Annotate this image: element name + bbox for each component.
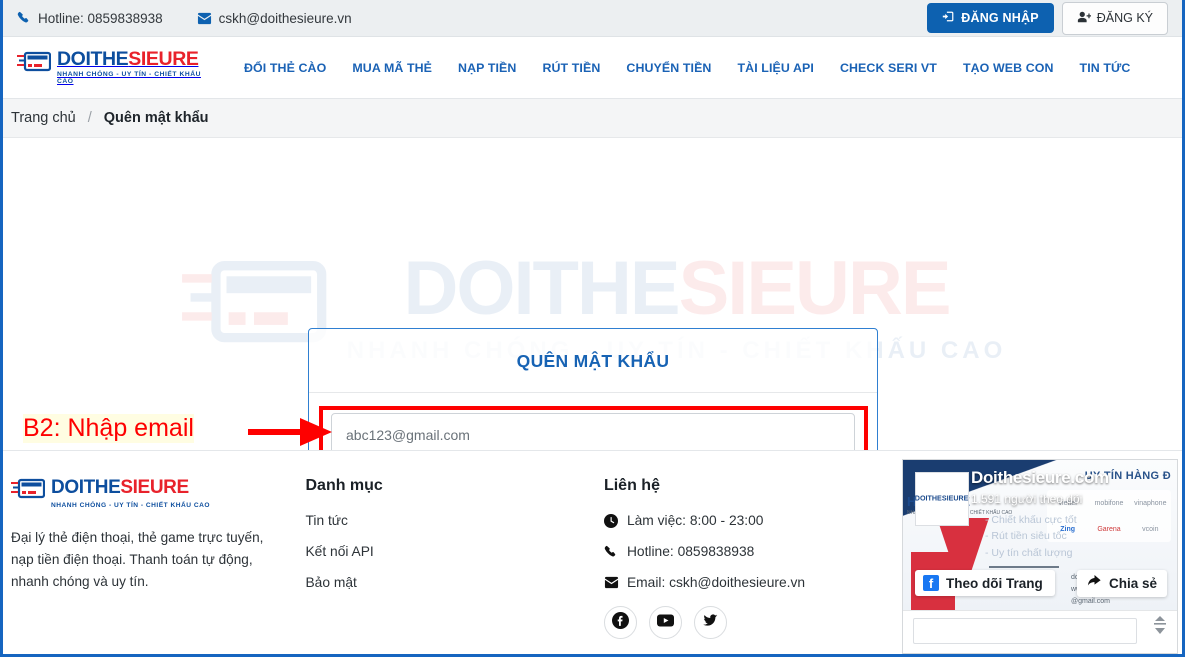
fb-follow-label: Theo dõi Trang bbox=[946, 575, 1043, 591]
email-input[interactable] bbox=[331, 413, 855, 450]
breadcrumb-home[interactable]: Trang chủ bbox=[11, 110, 76, 126]
footer-link-ket-noi-api[interactable]: Kết nối API bbox=[305, 544, 603, 559]
facebook-page-widget[interactable]: HESIEURE NHANH CHÓNG - UY TÍN - CHIẾT KH… bbox=[902, 459, 1178, 654]
watermark-word-blue: DOITHE bbox=[403, 246, 680, 331]
user-plus-icon bbox=[1077, 10, 1092, 27]
fb-cover-photo: HESIEURE NHANH CHÓNG - UY TÍN - CHIẾT KH… bbox=[903, 460, 1177, 612]
login-label: ĐĂNG NHẬP bbox=[961, 11, 1039, 25]
breadcrumb-separator: / bbox=[87, 110, 92, 126]
footer-logo-word-red: SIEURE bbox=[120, 477, 189, 498]
fb-post-placeholder bbox=[913, 618, 1137, 644]
footer-link-tin-tuc[interactable]: Tin tức bbox=[305, 513, 603, 528]
login-icon bbox=[942, 10, 955, 26]
nav-item-nap-tien[interactable]: NẠP TIỀN bbox=[445, 55, 529, 81]
top-contact-bar: Hotline: 0859838938 cskh@doithesieure.vn… bbox=[3, 0, 1182, 37]
envelope-icon bbox=[604, 575, 619, 590]
facebook-link[interactable] bbox=[603, 606, 637, 639]
nav-item-tai-lieu-api[interactable]: TÀI LIỆU API bbox=[724, 55, 826, 81]
fb-follower-count: 1.591 người theo dõi bbox=[971, 492, 1083, 506]
footer-category-column: Danh mục Tin tức Kết nối API Bảo mật bbox=[305, 477, 603, 639]
brand-garena: Garena bbox=[1097, 525, 1121, 533]
footer-logo-word-blue: DOITHE bbox=[51, 477, 121, 498]
site-footer: DOITHESIEURE NHANH CHÓNG - UY TÍN - CHIẾ… bbox=[3, 450, 1182, 654]
footer-link-bao-mat[interactable]: Bảo mật bbox=[305, 575, 603, 590]
fb-share-button[interactable]: Chia sẻ bbox=[1076, 570, 1167, 597]
footer-working-hours-text: Làm việc: 8:00 - 23:00 bbox=[626, 513, 764, 528]
fb-widget-footer bbox=[903, 610, 1177, 653]
page-title: QUÊN MẬT KHẨU bbox=[309, 329, 877, 393]
brand-vcoin: vcoin bbox=[1142, 525, 1159, 533]
watermark-card-icon bbox=[181, 261, 327, 343]
annotation-label-1: B2: Nhập email bbox=[23, 414, 194, 443]
footer-contact-column: Liên hệ Làm việc: 8:00 - 23:00 Hotline: … bbox=[603, 477, 907, 639]
facebook-f-icon: f bbox=[923, 575, 939, 591]
register-label: ĐĂNG KÝ bbox=[1096, 11, 1153, 25]
fb-cover-divider bbox=[989, 566, 1059, 568]
footer-logo-tagline: NHANH CHÓNG - UY TÍN - CHIẾT KHẤU CAO bbox=[51, 502, 211, 509]
footer-hotline-text: Hotline: 0859838938 bbox=[626, 544, 755, 559]
footer-about-column: DOITHESIEURE NHANH CHÓNG - UY TÍN - CHIẾ… bbox=[11, 477, 305, 639]
nav-links: ĐỔI THẺ CÀO MUA MÃ THẺ NẠP TIỀN RÚT TIỀN… bbox=[231, 55, 1143, 81]
youtube-link[interactable] bbox=[648, 606, 682, 639]
watermark-word-red: SIEURE bbox=[678, 246, 952, 331]
twitter-icon bbox=[702, 613, 719, 633]
card-logo-icon bbox=[17, 50, 52, 81]
fb-page-name: Doithesieure.com bbox=[971, 468, 1109, 487]
browser-viewport: Hotline: 0859838938 cskh@doithesieure.vn… bbox=[0, 0, 1185, 657]
topbar-hotline[interactable]: Hotline: 0859838938 bbox=[17, 11, 163, 26]
site-logo[interactable]: DOITHESIEURE NHANH CHÓNG - UY TÍN - CHIẾ… bbox=[17, 47, 213, 86]
footer-working-hours: Làm việc: 8:00 - 23:00 bbox=[603, 513, 907, 528]
auth-buttons: ĐĂNG NHẬP ĐĂNG KÝ bbox=[927, 1, 1172, 35]
nav-item-doi-the-cao[interactable]: ĐỔI THẺ CÀO bbox=[231, 55, 339, 81]
footer-logo-wordmark: DOITHESIEURE bbox=[51, 477, 189, 498]
breadcrumb-current: Quên mật khẩu bbox=[103, 110, 209, 126]
brand-mobifone: mobifone bbox=[1094, 499, 1124, 507]
fb-avatar-logo: DOITHESIEURE bbox=[915, 495, 969, 503]
nav-item-tin-tuc[interactable]: TIN TỨC bbox=[1067, 55, 1144, 81]
topbar-hotline-text: Hotline: 0859838938 bbox=[38, 10, 163, 26]
youtube-icon bbox=[656, 614, 674, 632]
nav-item-mua-ma-the[interactable]: MUA MÃ THẺ bbox=[339, 55, 445, 81]
twitter-link[interactable] bbox=[693, 606, 727, 639]
clock-icon bbox=[603, 513, 619, 528]
forgot-password-card: QUÊN MẬT KHẨU XÁC NHẬN bbox=[308, 328, 878, 450]
nav-item-check-seri-vt[interactable]: CHECK SERI VT bbox=[827, 55, 950, 81]
logo-word-blue: DOITHE bbox=[57, 47, 129, 70]
footer-category-heading: Danh mục bbox=[305, 477, 383, 494]
phone-icon bbox=[17, 11, 31, 25]
logo-tagline: NHANH CHÓNG - UY TÍN - CHIẾT KHẤU CAO bbox=[57, 71, 201, 85]
facebook-icon bbox=[611, 611, 629, 634]
phone-icon bbox=[604, 545, 619, 559]
fb-cover-bullets: - Chiết khấu cực tốt - Rút tiền siêu tốc… bbox=[985, 514, 1077, 559]
footer-email[interactable]: Email: cskh@doithesieure.vn bbox=[604, 575, 907, 590]
topbar-email[interactable]: cskh@doithesieure.vn bbox=[197, 11, 352, 26]
footer-card-logo-icon bbox=[11, 477, 46, 508]
main-navigation: DOITHESIEURE NHANH CHÓNG - UY TÍN - CHIẾ… bbox=[3, 37, 1182, 99]
fb-follow-button[interactable]: f Theo dõi Trang bbox=[915, 570, 1055, 596]
topbar-email-text: cskh@doithesieure.vn bbox=[218, 10, 352, 26]
footer-social-links bbox=[603, 606, 907, 639]
brand-vinaphone: vinaphone bbox=[1134, 499, 1167, 507]
register-button[interactable]: ĐĂNG KÝ bbox=[1061, 1, 1168, 35]
login-button[interactable]: ĐĂNG NHẬP bbox=[927, 3, 1054, 33]
logo-word-red: SIEURE bbox=[128, 47, 199, 70]
footer-email-text: Email: cskh@doithesieure.vn bbox=[626, 575, 806, 590]
nav-item-tao-web-con[interactable]: TẠO WEB CON bbox=[950, 55, 1067, 81]
envelope-icon bbox=[197, 11, 212, 26]
fb-share-label: Chia sẻ bbox=[1108, 576, 1157, 591]
nav-item-rut-tien[interactable]: RÚT TIỀN bbox=[529, 55, 613, 81]
footer-contact-heading: Liên hệ bbox=[603, 477, 660, 494]
logo-wordmark: DOITHESIEURE bbox=[57, 47, 199, 70]
fb-page-avatar[interactable]: DOITHESIEURE bbox=[915, 472, 969, 526]
share-icon bbox=[1087, 575, 1102, 592]
fb-scroll-spinner[interactable] bbox=[1153, 615, 1167, 638]
footer-description: Đại lý thẻ điện thoại, thẻ game trực tuy… bbox=[11, 530, 264, 590]
nav-item-chuyen-tien[interactable]: CHUYỂN TIỀN bbox=[613, 55, 724, 81]
footer-hotline[interactable]: Hotline: 0859838938 bbox=[604, 544, 907, 559]
main-content: DOITHESIEURE NHANH CHÓNG - UY TÍN - CHIẾ… bbox=[3, 138, 1182, 450]
breadcrumb: Trang chủ / Quên mật khẩu bbox=[3, 99, 1182, 138]
